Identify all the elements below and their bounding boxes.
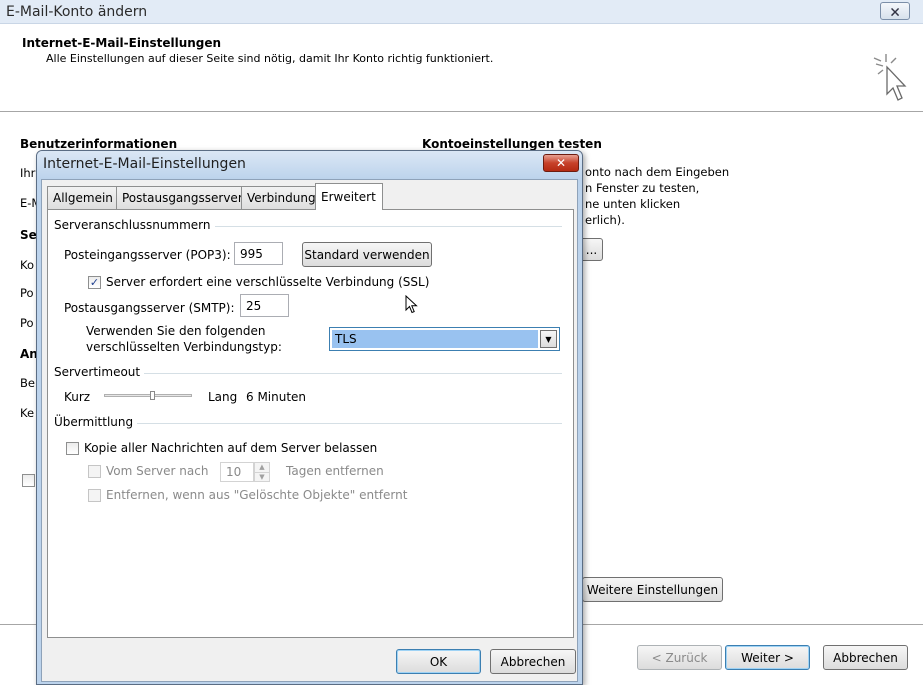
window-titlebar: E-Mail-Konto ändern 🗙 bbox=[0, 0, 923, 24]
test-account-button[interactable]: ... bbox=[580, 238, 603, 261]
remove-deleted-label: Entfernen, wenn aus "Gelöschte Objekte" … bbox=[106, 488, 408, 502]
keep-copy-checkbox[interactable] bbox=[66, 442, 79, 455]
close-icon: 🗙 bbox=[890, 4, 900, 18]
dialog-cancel-button[interactable]: Abbrechen bbox=[490, 649, 576, 674]
dialog-titlebar: Internet-E-Mail-Einstellungen ✕ bbox=[37, 151, 582, 179]
test-info-line: onto nach dem Eingeben bbox=[585, 165, 730, 179]
back-button[interactable]: < Zurück bbox=[637, 645, 722, 670]
smtp-port-input[interactable]: 25 bbox=[240, 294, 289, 317]
pop3-port-input[interactable]: 995 bbox=[234, 242, 283, 265]
slider-thumb[interactable] bbox=[150, 391, 155, 400]
remove-deleted-checkbox[interactable] bbox=[88, 489, 101, 502]
user-info-heading: Benutzerinformationen bbox=[20, 137, 178, 151]
ok-button[interactable]: OK bbox=[396, 649, 481, 674]
encryption-label-line1: Verwenden Sie den folgenden bbox=[86, 324, 266, 338]
tab-allgemein[interactable]: Allgemein bbox=[47, 186, 117, 209]
page-title: Internet-E-Mail-Einstellungen bbox=[22, 36, 222, 50]
remove-days-input[interactable]: 10 bbox=[220, 462, 254, 482]
close-icon: ✕ bbox=[555, 156, 567, 170]
bg-fragment: Ke bbox=[20, 406, 35, 420]
group-timeout-label: Servertimeout bbox=[54, 365, 145, 379]
ssl-checkbox[interactable]: ✓ bbox=[88, 276, 101, 289]
bg-checkbox[interactable] bbox=[22, 474, 35, 487]
group-delivery-label: Übermittlung bbox=[54, 415, 138, 429]
bg-fragment: Ihr bbox=[20, 166, 36, 180]
encryption-label-line2: verschlüsselten Verbindungstyp: bbox=[86, 340, 282, 354]
bg-fragment: Se bbox=[20, 228, 37, 242]
more-settings-button[interactable]: Weitere Einstellungen bbox=[582, 577, 723, 602]
page-header: Internet-E-Mail-Einstellungen Alle Einst… bbox=[0, 24, 923, 112]
tab-verbindung[interactable]: Verbindung bbox=[241, 186, 316, 209]
bg-fragment: Be bbox=[20, 376, 35, 390]
encryption-type-value: TLS bbox=[332, 330, 538, 348]
wand-cursor-icon bbox=[873, 54, 907, 101]
test-info-line: erlich). bbox=[585, 213, 625, 227]
dialog-title: Internet-E-Mail-Einstellungen bbox=[43, 156, 246, 172]
test-info-line: n Fenster zu testen, bbox=[585, 181, 700, 195]
check-icon: ✓ bbox=[89, 276, 100, 289]
encryption-type-select[interactable]: TLS ▼ bbox=[329, 327, 560, 351]
next-button[interactable]: Weiter > bbox=[725, 645, 810, 670]
window-close-button[interactable]: 🗙 bbox=[880, 2, 910, 20]
tab-postausgangsserver[interactable]: Postausgangsserver bbox=[116, 186, 243, 209]
slider-track bbox=[104, 394, 192, 397]
keep-copy-label: Kopie aller Nachrichten auf dem Server b… bbox=[84, 441, 378, 455]
dialog-close-button[interactable]: ✕ bbox=[543, 154, 579, 172]
use-default-button[interactable]: Standard verwenden bbox=[302, 242, 432, 267]
wizard-cancel-button[interactable]: Abbrechen bbox=[823, 645, 908, 670]
window-title: E-Mail-Konto ändern bbox=[6, 4, 148, 20]
timeout-short-label: Kurz bbox=[64, 390, 91, 404]
page-subtitle: Alle Einstellungen auf dieser Seite sind… bbox=[46, 52, 494, 65]
timeout-long-label: Lang bbox=[208, 390, 238, 404]
ssl-label: Server erfordert eine verschlüsselte Ver… bbox=[106, 275, 430, 289]
chevron-down-icon[interactable]: ▼ bbox=[255, 472, 269, 481]
remove-days-suffix: Tagen entfernen bbox=[286, 464, 384, 478]
settings-dialog: Internet-E-Mail-Einstellungen ✕ Allgemei… bbox=[36, 150, 583, 685]
tab-panel-erweitert: Serveranschlussnummern Posteingangsserve… bbox=[47, 209, 574, 638]
test-info-line: ne unten klicken bbox=[585, 197, 681, 211]
chevron-down-icon[interactable]: ▼ bbox=[540, 330, 557, 348]
bg-fragment: Po bbox=[20, 316, 34, 330]
chevron-up-icon[interactable]: ▲ bbox=[255, 463, 269, 473]
remove-days-stepper[interactable]: ▲ ▼ bbox=[254, 462, 270, 482]
pop3-port-label: Posteingangsserver (POP3): bbox=[64, 248, 231, 262]
mouse-pointer-icon bbox=[405, 295, 418, 314]
group-ports-label: Serveranschlussnummern bbox=[54, 218, 215, 232]
timeout-slider[interactable] bbox=[104, 390, 192, 402]
tab-erweitert[interactable]: Erweitert bbox=[315, 183, 383, 210]
remove-after-label: Vom Server nach bbox=[106, 464, 209, 478]
smtp-port-label: Postausgangsserver (SMTP): bbox=[64, 301, 235, 315]
remove-after-checkbox[interactable] bbox=[88, 465, 101, 478]
test-settings-heading: Kontoeinstellungen testen bbox=[422, 137, 602, 151]
dialog-body: Allgemein Postausgangsserver Verbindung … bbox=[41, 179, 578, 682]
timeout-value: 6 Minuten bbox=[246, 390, 307, 404]
bg-fragment: Ko bbox=[20, 258, 35, 272]
bg-fragment: Po bbox=[20, 286, 34, 300]
